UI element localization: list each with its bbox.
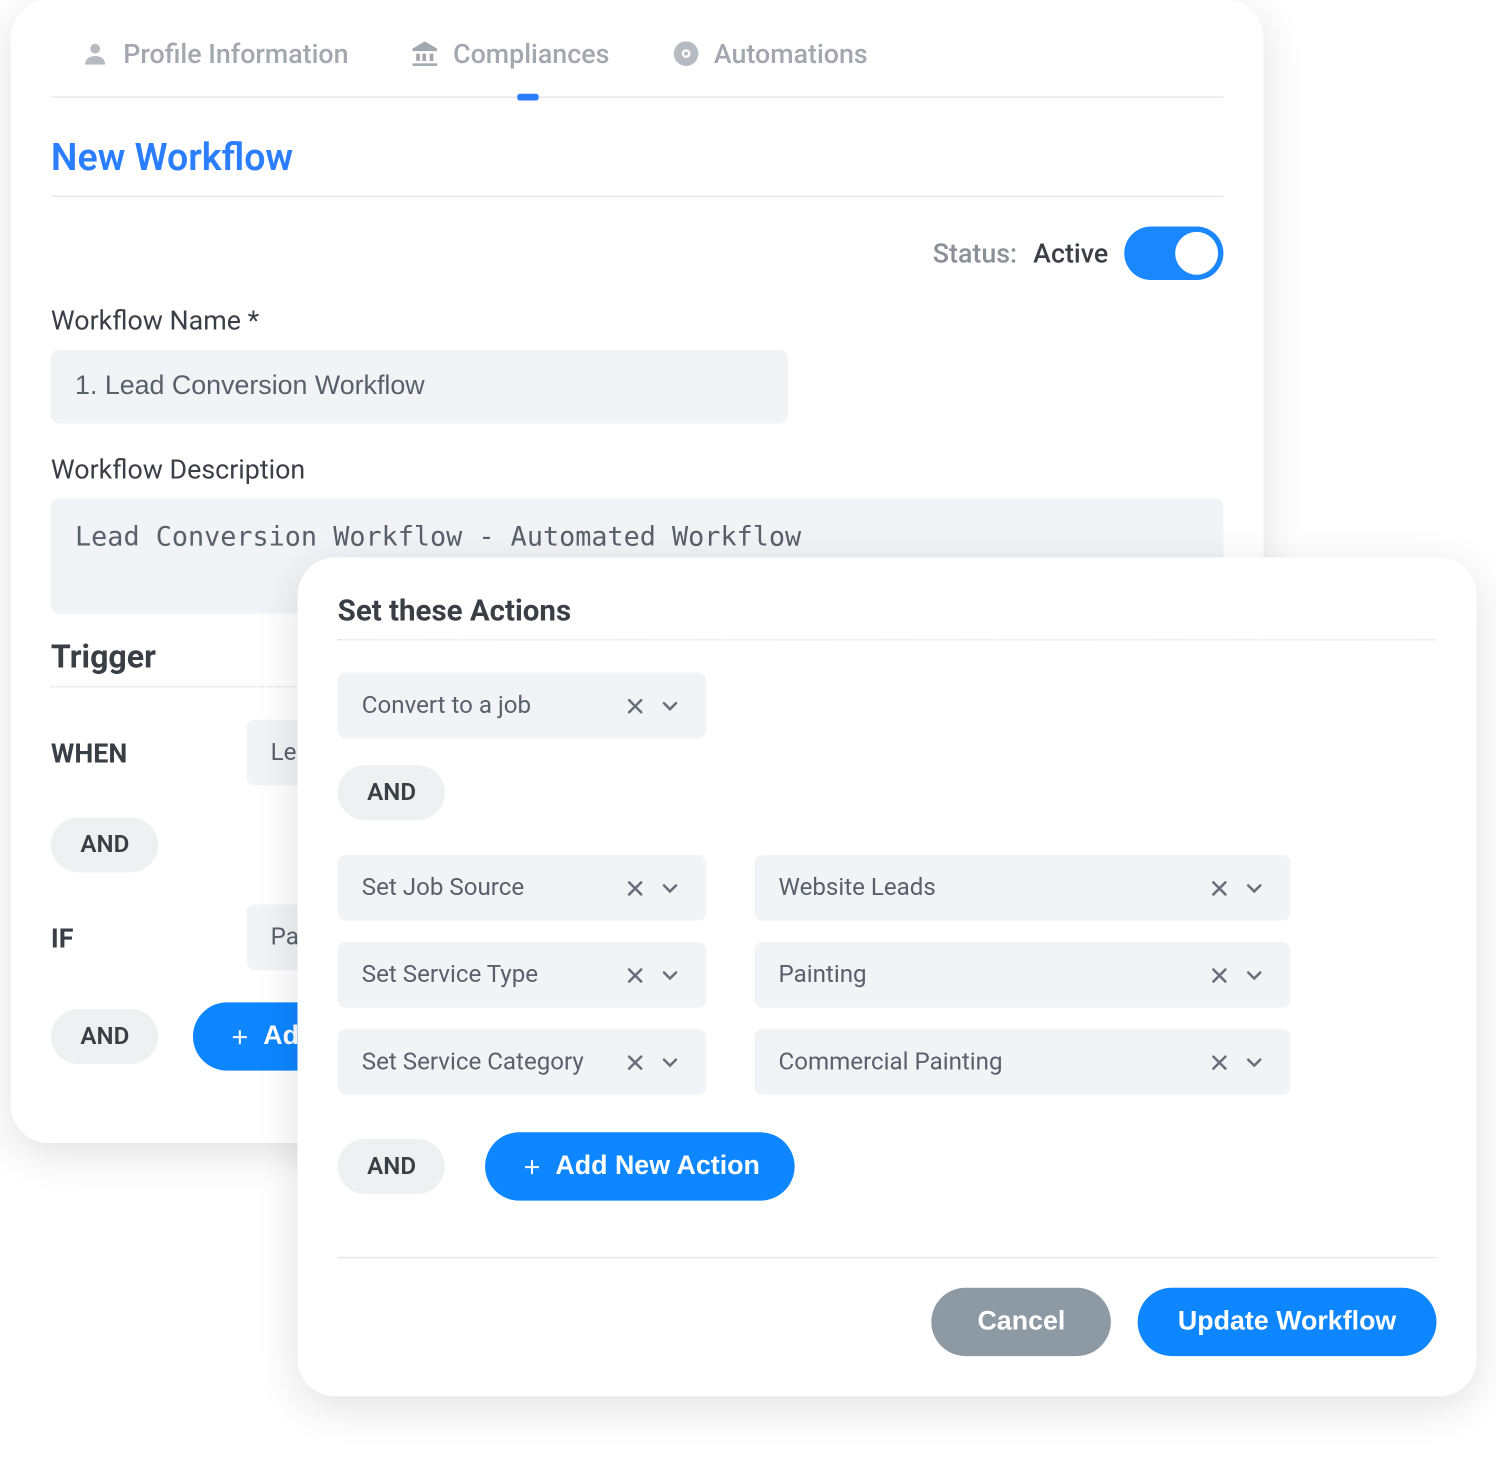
action-label: Set Service Category [362, 1048, 607, 1076]
person-icon [80, 39, 109, 68]
tab-label: Profile Information [123, 38, 348, 70]
close-icon[interactable] [623, 693, 647, 717]
page-title: New Workflow [51, 135, 1224, 197]
action-row-3: Set Service Category Commercial Painting [338, 1029, 1437, 1095]
if-label: IF [51, 921, 212, 953]
chevron-down-icon[interactable] [658, 963, 682, 987]
close-icon[interactable] [1207, 876, 1231, 900]
tab-label: Automations [714, 38, 868, 70]
action-select-convert[interactable]: Convert to a job [338, 673, 706, 739]
tab-indicator [517, 94, 538, 101]
chevron-down-icon[interactable] [1242, 1050, 1266, 1074]
close-icon[interactable] [623, 963, 647, 987]
status-row: Status: Active [51, 226, 1224, 280]
actions-title: Set these Actions [338, 595, 1437, 641]
update-workflow-button[interactable]: Update Workflow [1138, 1288, 1437, 1356]
cancel-button[interactable]: Cancel [932, 1288, 1111, 1356]
chevron-down-icon[interactable] [658, 693, 682, 717]
action-label: Set Job Source [362, 874, 607, 902]
action-label: Set Service Type [362, 961, 607, 989]
and-pill-actions-2[interactable]: AND [338, 1139, 446, 1194]
footer-divider [338, 1257, 1437, 1258]
footer-buttons: Cancel Update Workflow [338, 1288, 1437, 1356]
button-label: Add New Action [555, 1151, 759, 1182]
action-label: Convert to a job [362, 691, 607, 719]
chevron-down-icon[interactable] [658, 1050, 682, 1074]
tab-profile[interactable]: Profile Information [80, 27, 348, 97]
status-value: Active [1033, 237, 1108, 269]
tab-automations[interactable]: Automations [671, 27, 868, 97]
action-select-service-category[interactable]: Set Service Category [338, 1029, 706, 1095]
and-pill-actions-1[interactable]: AND [338, 765, 446, 820]
add-action-button[interactable]: Add New Action [486, 1132, 795, 1200]
workflow-name-input[interactable] [51, 350, 788, 424]
chevron-down-icon[interactable] [1242, 876, 1266, 900]
status-toggle[interactable] [1124, 226, 1223, 280]
plus-icon [521, 1154, 545, 1178]
action-select-service-type[interactable]: Set Service Type [338, 942, 706, 1008]
tabs: Profile Information Compliances Automati… [51, 27, 1224, 98]
tab-label: Compliances [453, 38, 609, 70]
action-select-job-source[interactable]: Set Job Source [338, 855, 706, 921]
action-value: Painting [779, 961, 1192, 989]
bank-icon [410, 39, 439, 68]
close-icon[interactable] [1207, 963, 1231, 987]
close-icon[interactable] [623, 876, 647, 900]
workflow-desc-label: Workflow Description [51, 453, 1224, 485]
and-pill[interactable]: AND [51, 1009, 159, 1064]
action-value-service-category[interactable]: Commercial Painting [754, 1029, 1290, 1095]
gear-icon [671, 39, 700, 68]
close-icon[interactable] [623, 1050, 647, 1074]
action-value: Website Leads [779, 874, 1192, 902]
action-row-1: Set Job Source Website Leads [338, 855, 1437, 921]
when-label: WHEN [51, 736, 212, 768]
action-value-job-source[interactable]: Website Leads [754, 855, 1290, 921]
chevron-down-icon[interactable] [1242, 963, 1266, 987]
workflow-name-label: Workflow Name * [51, 304, 1224, 336]
action-value-service-type[interactable]: Painting [754, 942, 1290, 1008]
and-pill[interactable]: AND [51, 817, 159, 872]
plus-icon [228, 1024, 252, 1048]
action-row-2: Set Service Type Painting [338, 942, 1437, 1008]
actions-panel: Set these Actions Convert to a job AND S… [297, 557, 1476, 1396]
chevron-down-icon[interactable] [658, 876, 682, 900]
toggle-knob [1175, 232, 1218, 275]
status-label: Status: [933, 237, 1017, 269]
action-value: Commercial Painting [779, 1048, 1192, 1076]
close-icon[interactable] [1207, 1050, 1231, 1074]
tab-compliances[interactable]: Compliances [410, 27, 609, 97]
